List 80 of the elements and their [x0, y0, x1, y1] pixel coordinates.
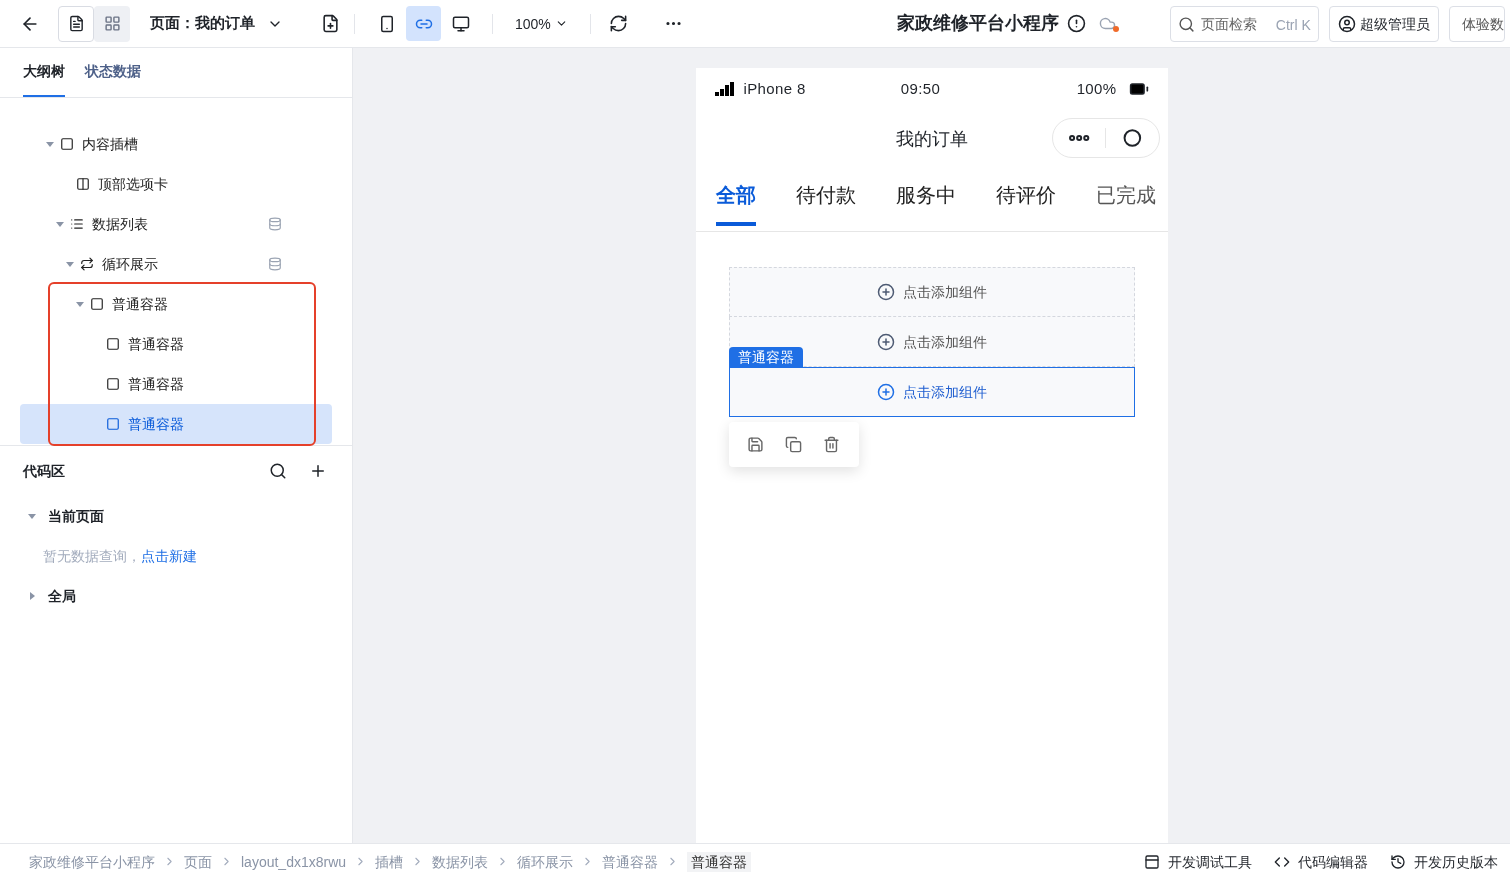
component-icon: [70, 217, 84, 231]
tree-label: 普通容器: [128, 335, 184, 354]
component-icon: [76, 177, 90, 191]
tree-item[interactable]: 顶部选项卡: [20, 164, 332, 204]
cloud-status-icon: [1098, 15, 1116, 32]
component-icon: [90, 297, 104, 311]
tree-label: 数据列表: [92, 215, 148, 234]
view-mode-tab[interactable]: [58, 5, 94, 42]
refresh-icon[interactable]: [608, 14, 628, 33]
footer-tool-button[interactable]: 开发调试工具: [1144, 851, 1252, 872]
grid-layout-icon: [103, 15, 121, 32]
tree-label: 循环展示: [102, 255, 158, 274]
component-icon: [106, 417, 120, 431]
tree-item[interactable]: 普通容器: [20, 404, 332, 444]
tree-label: 普通容器: [128, 375, 184, 394]
component-icon: [60, 137, 74, 151]
component-icon: [106, 337, 120, 351]
tree-item[interactable]: 普通容器: [20, 324, 332, 364]
alert-icon[interactable]: [1066, 14, 1086, 33]
search-icon: [1177, 15, 1195, 33]
tree-item[interactable]: 循环展示: [20, 244, 332, 284]
expand-caret[interactable]: [66, 260, 74, 268]
clock-label: 09:50: [900, 78, 941, 99]
expand-caret[interactable]: [76, 300, 84, 308]
zoom-dropdown[interactable]: 100%: [507, 13, 576, 34]
tree-label: 普通容器: [112, 295, 168, 314]
document-icon: [67, 15, 85, 32]
drop-slot[interactable]: 点击添加组件: [728, 267, 1135, 317]
tree-label: 普通容器: [128, 415, 184, 434]
tree-item[interactable]: 普通容器: [20, 364, 332, 404]
user-icon: [1337, 14, 1356, 33]
carrier-label: iPhone 8: [743, 78, 806, 99]
add-icon[interactable]: [309, 462, 327, 480]
order-tab[interactable]: 已完成: [1095, 180, 1156, 226]
panel-tab[interactable]: 大纲树: [23, 61, 65, 97]
app-title: 家政维修平台小程序: [896, 12, 1059, 35]
expand-caret[interactable]: [56, 220, 64, 228]
monitor-icon: [451, 14, 470, 33]
create-link[interactable]: 点击新建: [141, 546, 197, 566]
history-icon: [1390, 853, 1406, 870]
empty-hint: 暂无数据查询，: [43, 547, 141, 566]
window-icon: [1144, 853, 1160, 870]
tree-label: 顶部选项卡: [98, 175, 168, 194]
order-tab[interactable]: 全部: [715, 180, 756, 226]
delete-icon[interactable]: [823, 436, 840, 453]
save-icon[interactable]: [747, 436, 764, 453]
search-icon[interactable]: [269, 462, 287, 480]
expand-caret[interactable]: [46, 140, 54, 148]
selection-tag: 普通容器: [728, 347, 803, 367]
experience-button[interactable]: 体验数: [1448, 5, 1505, 42]
group-title[interactable]: 当前页面: [48, 506, 104, 526]
group-title[interactable]: 全局: [48, 586, 76, 606]
page-title: 我的订单: [895, 127, 968, 151]
section-title: 代码区: [23, 462, 65, 481]
component-icon: [106, 377, 120, 391]
panel-tab[interactable]: 状态数据: [85, 61, 141, 97]
tree-label: 内容插槽: [82, 135, 138, 154]
shortcut-hint: Ctrl K: [1275, 15, 1311, 35]
expand-caret[interactable]: [28, 512, 36, 520]
tree-item[interactable]: 数据列表: [20, 204, 332, 244]
footer-tool-button[interactable]: 开发历史版本: [1390, 851, 1498, 872]
battery-label: 100%: [1076, 78, 1117, 99]
plus-circle-icon: [876, 332, 895, 351]
signal-icon: [714, 82, 736, 96]
tree-item[interactable]: 普通容器: [20, 284, 332, 324]
page-selector[interactable]: 页面：我的订单: [150, 12, 283, 35]
component-icon: [80, 257, 94, 271]
order-tab[interactable]: 服务中: [895, 180, 956, 226]
plus-circle-icon: [876, 383, 895, 401]
tree-item[interactable]: 内容插槽: [20, 124, 332, 164]
footer-tool-button[interactable]: 代码编辑器: [1274, 851, 1368, 872]
order-tab[interactable]: 待付款: [795, 180, 856, 226]
breadcrumb-item[interactable]: 普通容器: [687, 851, 752, 872]
expand-caret[interactable]: [28, 592, 36, 600]
drop-slot[interactable]: 点击添加组件: [728, 367, 1135, 417]
order-tab[interactable]: 待评价: [995, 180, 1056, 226]
user-button[interactable]: 超级管理员: [1328, 5, 1439, 42]
plus-circle-icon: [876, 283, 895, 301]
copy-icon[interactable]: [785, 436, 802, 453]
add-page-icon[interactable]: [321, 14, 340, 33]
